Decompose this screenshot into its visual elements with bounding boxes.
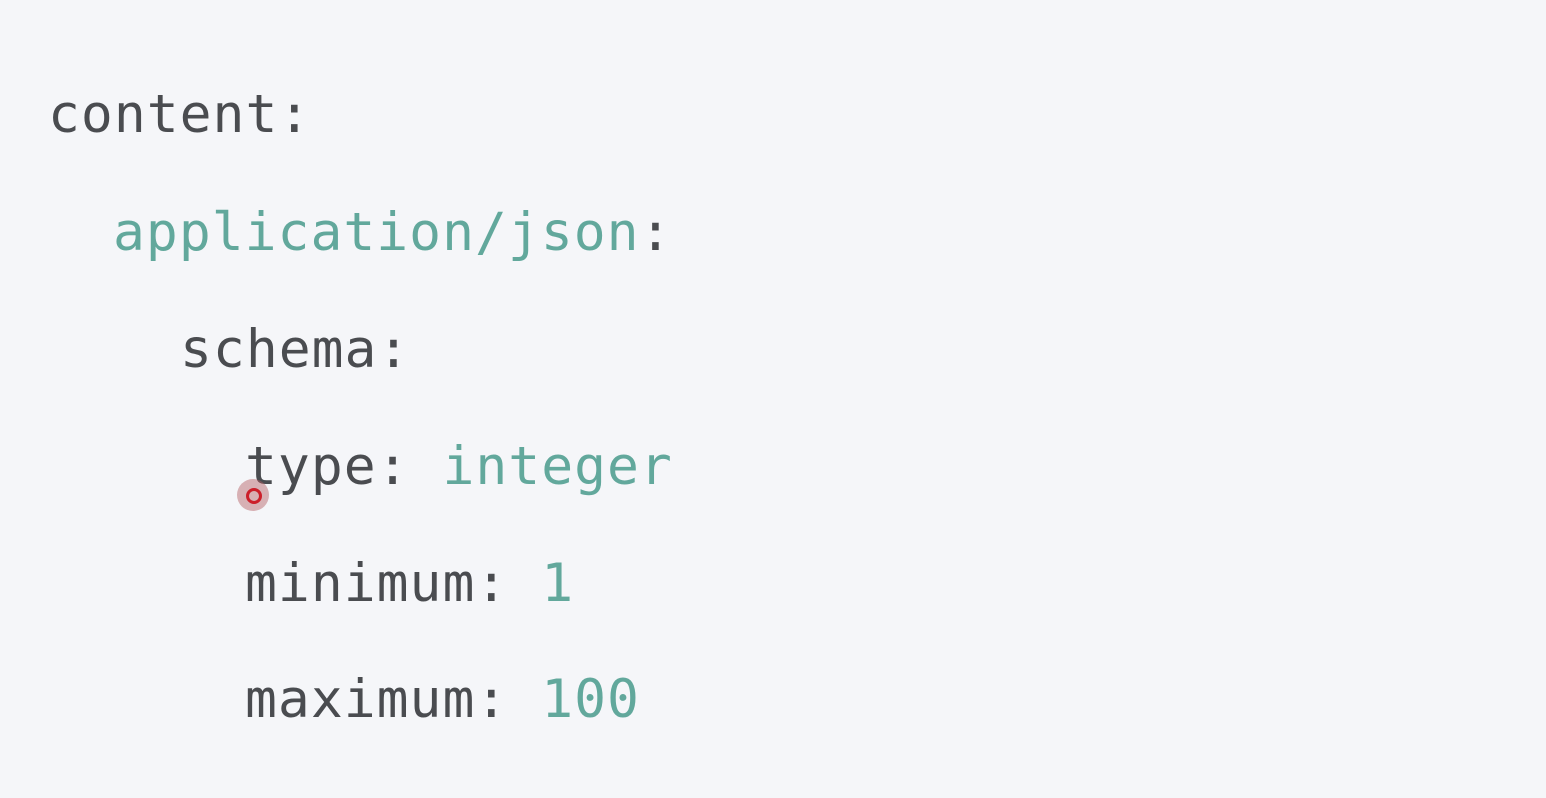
yaml-key: maximum (245, 669, 476, 730)
code-line-maximum: maximum: 100 (245, 673, 640, 726)
code-line-media-type: application/json: (113, 206, 672, 259)
yaml-key: schema (180, 319, 378, 380)
yaml-key: content (48, 84, 279, 145)
code-line-content: content: (48, 88, 311, 141)
yaml-key: minimum (245, 553, 476, 614)
yaml-value: 100 (541, 669, 640, 730)
code-line-type: type: integer (245, 440, 673, 493)
click-cursor-indicator-icon (237, 479, 269, 511)
yaml-separator: : (376, 436, 443, 497)
cursor-ring (246, 488, 262, 504)
yaml-separator: : (475, 669, 542, 730)
yaml-code-block: content: application/json: schema: type:… (0, 0, 1546, 798)
code-line-schema: schema: (180, 323, 410, 376)
yaml-key: application/json (113, 202, 640, 263)
code-line-minimum: minimum: 1 (245, 557, 574, 610)
yaml-separator: : (377, 319, 411, 380)
yaml-value: 1 (541, 553, 575, 614)
yaml-value: integer (442, 436, 673, 497)
yaml-separator: : (475, 553, 542, 614)
yaml-separator: : (639, 202, 673, 263)
yaml-separator: : (278, 84, 312, 145)
